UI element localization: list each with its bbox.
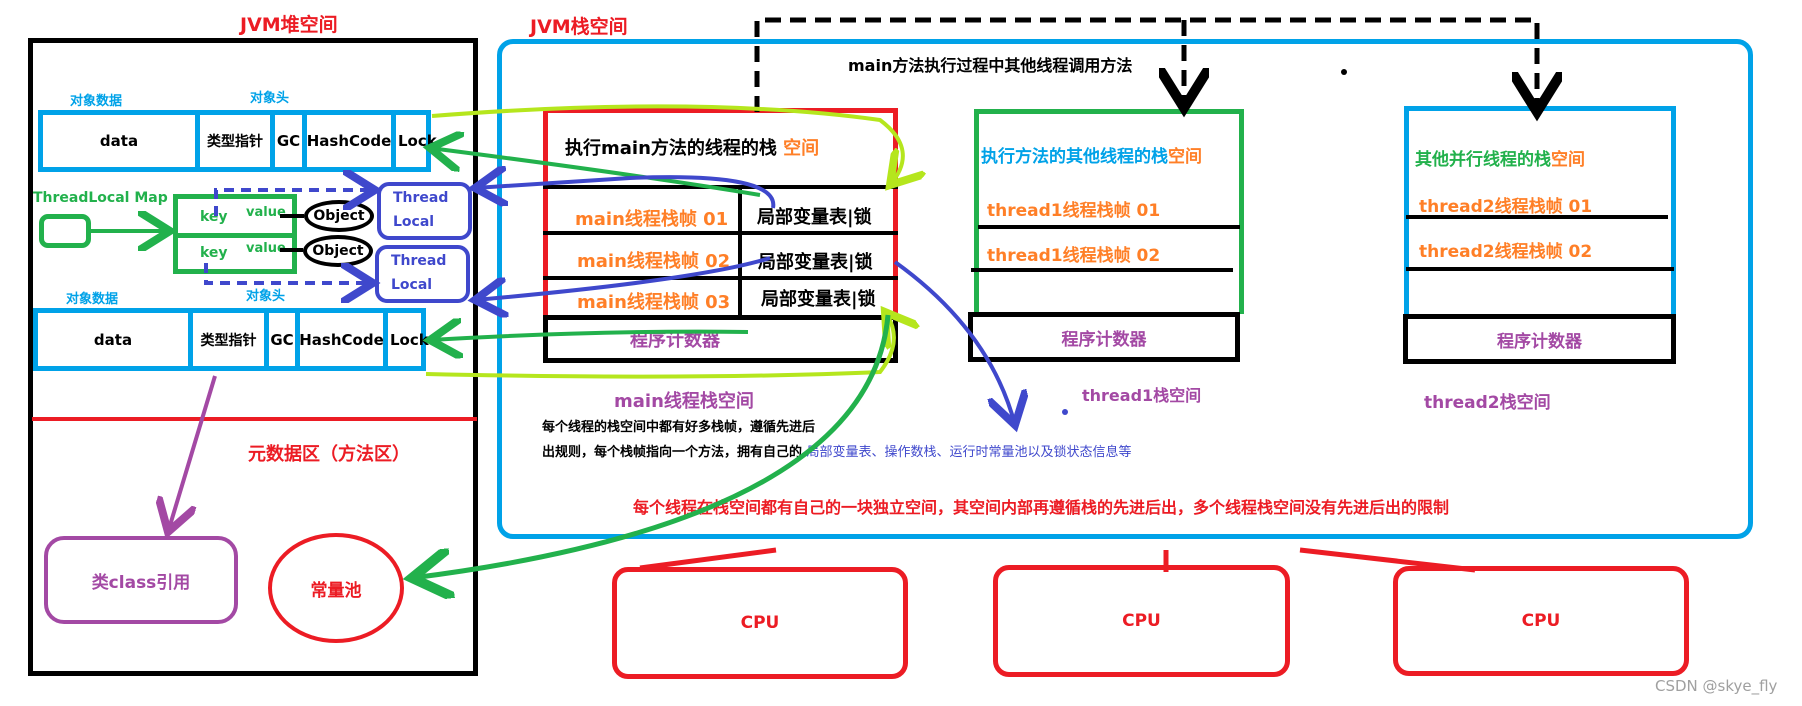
lock-cell: Lock (390, 330, 429, 349)
thread2-frame-02[interactable]: thread2线程栈帧 02 (1419, 237, 1592, 262)
thread2-stack-title-accent: 空间 (1551, 150, 1585, 170)
frame-column-divider (738, 187, 742, 319)
thread1-frame-01[interactable]: thread1线程栈帧 01 (987, 196, 1160, 221)
object-node-1[interactable]: Object (304, 200, 374, 232)
main-frame-03-locals: 局部变量表|锁 (761, 289, 876, 310)
map-key-2: key (200, 245, 228, 261)
main-stack-title-accent: 空间 (783, 138, 820, 159)
cpu-1[interactable]: CPU (612, 567, 908, 679)
stack-title: JVM栈空间 (530, 16, 628, 38)
heap-object-2[interactable]: data 类型指针 GC HashCode Lock (33, 308, 429, 371)
threadlocal-map-table: key value key value (173, 194, 297, 274)
heap-title: JVM堆空间 (240, 14, 338, 36)
type-pointer-cell: 类型指针 (200, 115, 275, 167)
threadlocal-node-2[interactable]: Thread Local (375, 245, 470, 303)
call-note: main方法执行过程中其他线程调用方法 (848, 56, 1133, 75)
thread-node (39, 214, 91, 248)
threadlocal-label: Thread (393, 190, 449, 206)
hashcode-cell: HashCode (307, 115, 396, 167)
gc-cell: GC (275, 115, 307, 167)
thread1-stack-title-accent: 空间 (1168, 147, 1202, 167)
object-data-cell: data (43, 115, 200, 167)
thread1-stack-caption: thread1栈空间 (1082, 386, 1202, 405)
main-stack-title: 执行main方法的线程的栈 空间 (565, 134, 819, 160)
constant-pool-node[interactable]: 常量池 (268, 533, 404, 643)
gc-cell: GC (269, 313, 300, 366)
thread2-stack-caption: thread2栈空间 (1424, 393, 1551, 413)
thread1-frame-02[interactable]: thread1线程栈帧 02 (987, 241, 1160, 266)
metaspace-divider (32, 417, 477, 421)
main-stack-title-text: 执行main方法的线程的栈 (565, 138, 784, 159)
object-data-cell: data (38, 313, 193, 366)
watermark: CSDN @skye_fly (1655, 677, 1778, 695)
main-desc-line2-accent: 局部变量表、操作数栈、运行时常量池以及锁状态信息等 (806, 445, 1132, 460)
main-frame-02[interactable]: main线程栈帧 02 (577, 247, 730, 273)
frame-divider (543, 276, 898, 280)
object-header-label: 对象头 (246, 289, 286, 304)
lock-cell: Lock (398, 132, 437, 150)
main-desc-line1: 每个线程的栈空间中都有好多栈帧，遵循先进后 (542, 420, 816, 435)
main-frame-01-locals: 局部变量表|锁 (757, 207, 872, 228)
metaspace-title: 元数据区（方法区） (248, 444, 410, 465)
hashcode-cell: HashCode (299, 313, 388, 366)
object-node-2[interactable]: Object (303, 235, 373, 267)
heap-object-1[interactable]: data 类型指针 GC HashCode Lock (38, 110, 437, 172)
thread1-stack-title-text: 执行方法的其他线程的栈 (981, 147, 1168, 167)
frame-divider (543, 231, 898, 235)
map-value-2: value (246, 241, 286, 256)
main-frame-02-locals: 局部变量表|锁 (758, 252, 873, 273)
frame-divider (1406, 267, 1674, 271)
object-header-label: 对象头 (250, 91, 290, 106)
main-frame-03[interactable]: main线程栈帧 03 (577, 288, 730, 314)
threadlocal-label: Local (393, 214, 435, 230)
main-stack-caption: main线程栈空间 (614, 391, 754, 412)
stack-to-cpu-line (639, 547, 777, 571)
threadlocal-map-label: ThreadLocal Map (33, 190, 168, 206)
class-reference-box[interactable]: 类class引用 (44, 536, 238, 624)
thread2-stack-title-text: 其他并行线程的栈 (1415, 150, 1551, 170)
frame-divider (1406, 215, 1668, 219)
map-key-1: key (200, 209, 228, 225)
type-pointer-cell: 类型指针 (193, 313, 269, 366)
object-data-label: 对象数据 (70, 94, 123, 109)
frame-divider (543, 185, 898, 189)
main-program-counter[interactable]: 程序计数器 (543, 315, 898, 363)
frame-divider (971, 268, 1233, 272)
map-value-1: value (246, 205, 286, 220)
stack-summary: 每个线程在栈空间都有自己的一块独立空间，其空间内部再遵循栈的先进后出，多个线程栈… (633, 498, 1450, 517)
cpu-3[interactable]: CPU (1393, 566, 1689, 676)
thread1-program-counter[interactable]: 程序计数器 (968, 312, 1240, 362)
thread2-stack-title: 其他并行线程的栈空间 (1415, 145, 1585, 170)
threadlocal-node-1[interactable]: Thread Local (377, 182, 472, 240)
main-desc-line2-text: 出规则，每个栈帧指向一个方法，拥有自己的 (542, 445, 807, 460)
thread2-program-counter[interactable]: 程序计数器 (1403, 314, 1676, 364)
threadlocal-label: Local (391, 277, 433, 293)
main-desc-line2: 出规则，每个栈帧指向一个方法，拥有自己的 局部变量表、操作数栈、运行时常量池以及… (542, 441, 1132, 460)
thread2-frame-01[interactable]: thread2线程栈帧 01 (1419, 192, 1592, 217)
object-data-label: 对象数据 (66, 292, 119, 307)
frame-divider (978, 225, 1240, 229)
cpu-2[interactable]: CPU (993, 565, 1290, 677)
threadlocal-label: Thread (391, 253, 447, 269)
main-frame-01[interactable]: main线程栈帧 01 (575, 205, 728, 231)
thread1-stack-title: 执行方法的其他线程的栈空间 (981, 142, 1202, 167)
